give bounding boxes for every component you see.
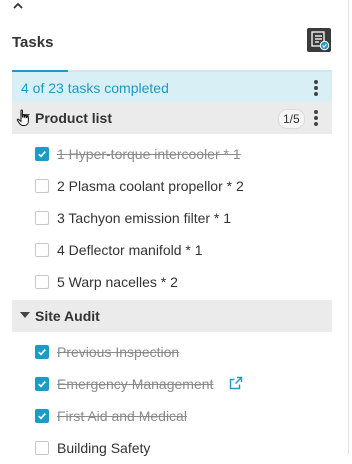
group-label: Site Audit xyxy=(35,308,100,324)
task-checkbox[interactable] xyxy=(35,377,49,391)
task-item[interactable]: 3 Tachyon emission filter * 1 xyxy=(12,202,332,234)
task-item[interactable]: First Aid and Medical xyxy=(12,400,332,432)
progress-accent xyxy=(12,70,68,72)
checkmark-icon xyxy=(38,381,46,388)
group-menu-icon[interactable] xyxy=(308,108,324,128)
checkmark-icon xyxy=(38,151,46,158)
task-label: 5 Warp nacelles * 2 xyxy=(57,274,178,290)
task-item[interactable]: 5 Warp nacelles * 2 xyxy=(12,266,332,298)
task-checkbox[interactable] xyxy=(35,345,49,359)
task-checkbox[interactable] xyxy=(35,147,49,161)
task-item[interactable]: 2 Plasma coolant propellor * 2 xyxy=(12,170,332,202)
caret-up-icon[interactable] xyxy=(12,1,24,11)
task-label-wrap: Emergency Management xyxy=(57,376,213,392)
checklist-icon xyxy=(311,31,330,51)
task-checkbox[interactable] xyxy=(35,441,49,455)
panel-header: Tasks xyxy=(0,28,346,68)
summary-text: 4 of 23 tasks completed xyxy=(21,80,169,96)
task-label: Emergency Management xyxy=(57,376,214,392)
summary-menu-icon[interactable] xyxy=(308,78,324,98)
external-link-icon[interactable] xyxy=(229,376,243,390)
task-list-button[interactable] xyxy=(307,28,331,52)
task-item[interactable]: 1 Hyper-torque intercooler * 1 xyxy=(12,138,332,170)
panel-divider xyxy=(348,0,349,454)
group-header-product-list[interactable]: Product list 1/5 xyxy=(12,102,332,134)
group-header-site-audit[interactable]: Site Audit xyxy=(12,300,332,332)
progress-count-badge: 1/5 xyxy=(278,109,305,129)
task-item[interactable]: Emergency Management xyxy=(12,368,332,400)
checkmark-icon xyxy=(38,349,46,356)
task-checkbox[interactable] xyxy=(35,179,49,193)
task-label: 2 Plasma coolant propellor * 2 xyxy=(57,178,244,194)
collapse-bar[interactable] xyxy=(0,0,352,18)
task-label: 4 Deflector manifold * 1 xyxy=(57,242,203,258)
collapse-triangle-icon[interactable] xyxy=(20,312,30,318)
panel-title: Tasks xyxy=(12,34,54,51)
task-item[interactable]: 4 Deflector manifold * 1 xyxy=(12,234,332,266)
checkmark-icon xyxy=(38,413,46,420)
task-checkbox[interactable] xyxy=(35,409,49,423)
task-checkbox[interactable] xyxy=(35,211,49,225)
task-item[interactable]: Previous Inspection xyxy=(12,336,332,368)
group-label: Product list xyxy=(35,110,113,126)
task-checkbox[interactable] xyxy=(35,275,49,289)
progress-summary: 4 of 23 tasks completed xyxy=(12,70,332,104)
task-item[interactable]: Building Safety xyxy=(12,432,332,464)
task-label: 3 Tachyon emission filter * 1 xyxy=(57,210,232,226)
task-label: Previous Inspection xyxy=(57,344,180,360)
task-label: First Aid and Medical xyxy=(57,408,187,424)
hand-cursor-icon xyxy=(16,109,29,126)
task-label: 1 Hyper-torque intercooler * 1 xyxy=(57,146,241,162)
task-checkbox[interactable] xyxy=(35,243,49,257)
